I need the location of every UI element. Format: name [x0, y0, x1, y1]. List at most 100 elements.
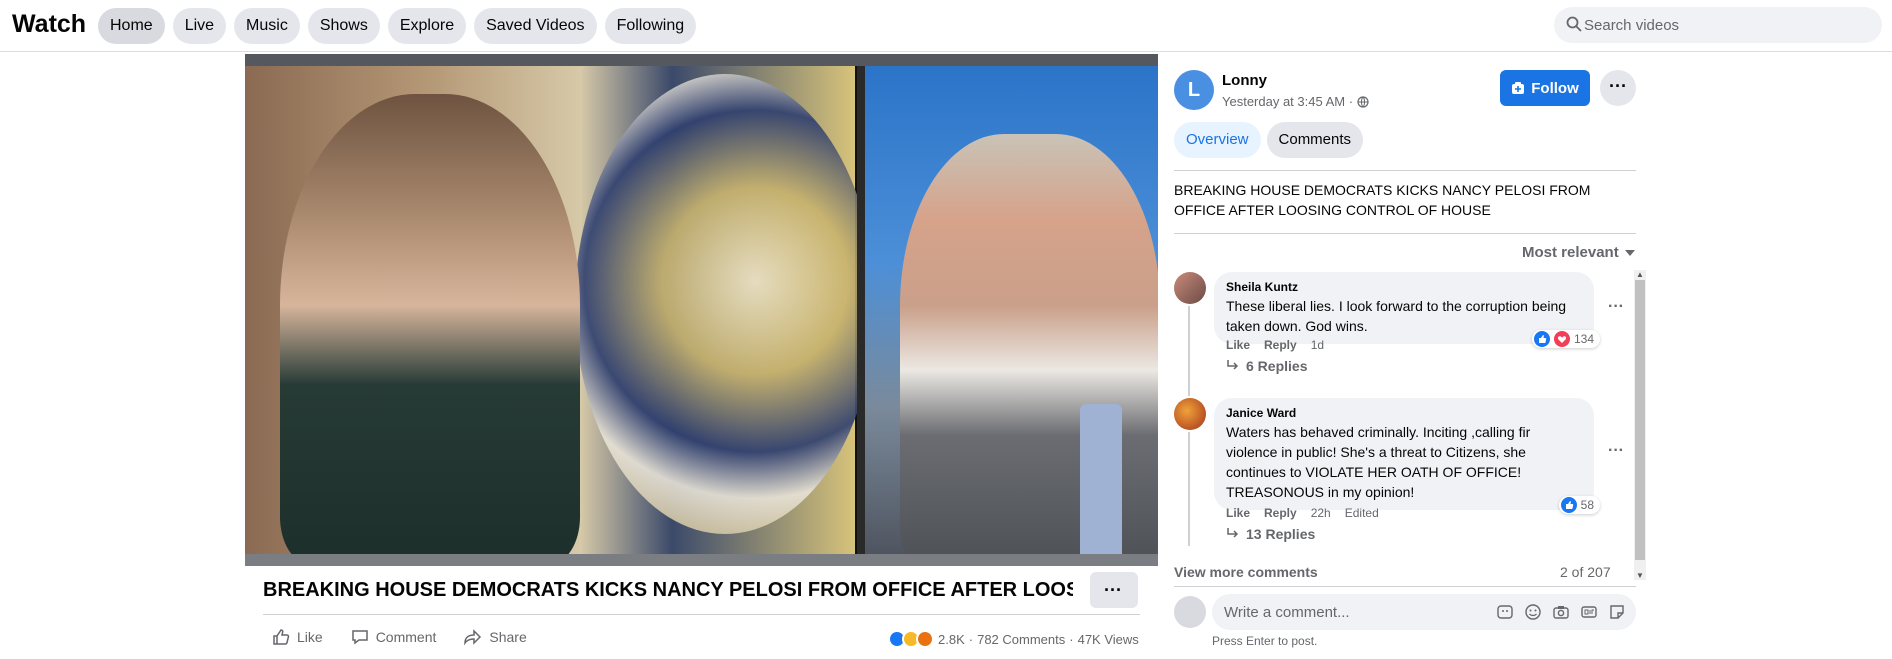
comment-time[interactable]: 22h [1311, 506, 1331, 520]
video-stats: 2.8K · 782 Comments · 47K Views [888, 630, 1139, 648]
speaker-left-figure [280, 94, 580, 564]
comment-box [1212, 594, 1636, 630]
comments-count[interactable]: 782 Comments [977, 632, 1065, 647]
author-name[interactable]: Lonny [1222, 72, 1267, 89]
author-avatar[interactable]: L [1174, 70, 1214, 110]
comment-button[interactable]: Comment [351, 628, 437, 646]
comment-bubble: Sheila Kuntz These liberal lies. I look … [1214, 272, 1600, 348]
reaction-count: 58 [1580, 498, 1594, 512]
like-reaction-icon [1560, 497, 1577, 513]
post-more-button[interactable]: ··· [1600, 70, 1636, 106]
sticker-icon[interactable] [1608, 603, 1626, 621]
reply-arrow-icon [1226, 360, 1240, 372]
comment-reactions[interactable]: 58 [1558, 496, 1600, 514]
nav-pills: Home Live Music Shows Explore Saved Vide… [98, 8, 697, 44]
current-user-avatar[interactable] [1174, 596, 1206, 628]
nav-home[interactable]: Home [98, 8, 165, 44]
divider [263, 614, 1140, 615]
comment-more-button[interactable]: ··· [1608, 442, 1624, 460]
follow-label: Follow [1531, 79, 1579, 97]
view-replies-button[interactable]: 6 Replies [1226, 358, 1307, 374]
comment-reactions[interactable]: 134 [1531, 330, 1600, 348]
post-time: Yesterday at 3:45 AM · [1222, 94, 1369, 109]
commenter-avatar[interactable] [1174, 398, 1206, 430]
reaction-icons[interactable] [888, 630, 934, 648]
post-tabs: Overview Comments [1174, 122, 1364, 158]
comment-input[interactable] [1224, 594, 1474, 630]
emoji-icon[interactable] [1524, 603, 1542, 621]
gif-icon[interactable] [1580, 603, 1598, 621]
follow-icon [1511, 81, 1525, 95]
video-more-button[interactable]: ··· [1090, 572, 1138, 608]
comment-meta: Like Reply 1d [1226, 338, 1324, 352]
comment-more-button[interactable]: ··· [1608, 298, 1624, 316]
divider [1174, 233, 1636, 234]
comments-scrollbar[interactable]: ▲ ▼ [1634, 270, 1646, 580]
comment-edited-label: Edited [1344, 506, 1379, 520]
more-icon: ··· [1104, 580, 1122, 600]
view-more-comments-link[interactable]: View more comments [1174, 564, 1318, 580]
share-icon [464, 628, 482, 646]
replies-label: 13 Replies [1246, 526, 1316, 542]
angry-reaction-icon [916, 630, 934, 648]
like-button[interactable]: Like [272, 628, 323, 646]
video-player[interactable] [245, 54, 1158, 566]
commenter-name[interactable]: Janice Ward [1226, 406, 1582, 420]
top-bar: Watch Home Live Music Shows Explore Save… [0, 0, 1892, 52]
sort-dropdown[interactable]: Most relevant [1522, 244, 1635, 261]
reaction-count[interactable]: 2.8K [938, 632, 965, 647]
comment-text: Waters has behaved criminally. Inciting … [1226, 424, 1531, 500]
comment-label: Comment [375, 629, 437, 645]
view-replies-button[interactable]: 13 Replies [1226, 526, 1315, 542]
thumbs-up-icon [272, 628, 290, 646]
nav-saved-videos[interactable]: Saved Videos [474, 8, 597, 44]
post-time-text[interactable]: Yesterday at 3:45 AM · [1222, 94, 1353, 109]
commenter-avatar[interactable] [1174, 272, 1206, 304]
sort-label: Most relevant [1522, 244, 1619, 261]
comment-reply-link[interactable]: Reply [1264, 506, 1297, 520]
post-description: BREAKING HOUSE DEMOCRATS KICKS NANCY PEL… [1174, 182, 1591, 218]
stats-separator: · [968, 631, 974, 647]
nav-live[interactable]: Live [172, 8, 227, 44]
reply-arrow-icon [1226, 528, 1240, 540]
comment-bubble: Janice Ward Waters has behaved criminall… [1214, 398, 1600, 514]
scroll-up-icon[interactable]: ▲ [1636, 270, 1644, 279]
nav-following[interactable]: Following [604, 8, 697, 44]
watch-title: Watch [12, 10, 87, 38]
reaction-count: 134 [1573, 332, 1594, 346]
search-icon [1566, 16, 1582, 32]
video-title: BREAKING HOUSE DEMOCRATS KICKS NANCY PEL… [263, 579, 1073, 601]
comment-icon [351, 628, 369, 646]
avatar-sticker-icon[interactable] [1496, 603, 1514, 621]
search-input[interactable] [1584, 7, 1874, 43]
camera-icon[interactable] [1552, 603, 1570, 621]
follow-button[interactable]: Follow [1500, 70, 1590, 106]
comment-count-indicator: 2 of 207 [1560, 564, 1611, 580]
tab-overview[interactable]: Overview [1174, 122, 1261, 158]
video-bottom-strip [245, 554, 1158, 566]
commenter-name[interactable]: Sheila Kuntz [1226, 280, 1582, 294]
scroll-thumb[interactable] [1635, 280, 1645, 560]
scroll-down-icon[interactable]: ▼ [1636, 571, 1644, 580]
nav-shows[interactable]: Shows [307, 8, 380, 44]
split-divider [857, 66, 865, 554]
search-box [1554, 7, 1882, 43]
thread-line [1188, 432, 1190, 546]
nav-explore[interactable]: Explore [387, 8, 467, 44]
divider [1174, 586, 1636, 587]
share-button[interactable]: Share [464, 628, 527, 646]
tab-comments[interactable]: Comments [1266, 122, 1364, 158]
comment-reply-link[interactable]: Reply [1264, 338, 1297, 352]
comment-time[interactable]: 1d [1311, 338, 1324, 352]
replies-label: 6 Replies [1246, 358, 1308, 374]
comment-like-link[interactable]: Like [1226, 338, 1250, 352]
enter-hint: Press Enter to post. [1212, 634, 1318, 648]
video-actions: Like Comment Share [272, 628, 527, 646]
love-reaction-icon [1553, 331, 1570, 347]
thread-line [1188, 306, 1190, 396]
seal-graphic [575, 74, 875, 534]
globe-icon [1357, 95, 1369, 108]
nav-music[interactable]: Music [234, 8, 300, 44]
like-label: Like [297, 629, 323, 645]
comment-like-link[interactable]: Like [1226, 506, 1250, 520]
